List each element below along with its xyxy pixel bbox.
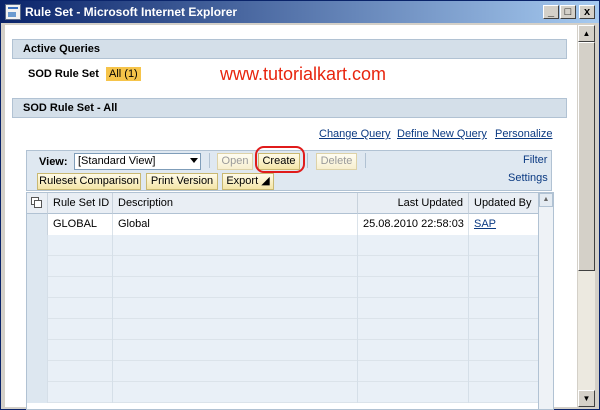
ie-page-icon [5, 4, 21, 20]
maximize-button[interactable]: □ [560, 5, 576, 19]
cell-description: Global [113, 214, 358, 235]
table-cell [48, 319, 113, 340]
scroll-up-icon[interactable]: ▲ [539, 193, 553, 207]
rule-set-section-header: SOD Rule Set - All [12, 98, 567, 118]
toolbar-separator [365, 153, 366, 168]
table-cell [113, 298, 358, 319]
table-cell [358, 382, 469, 403]
table-row[interactable] [27, 361, 538, 382]
title-bar: Rule Set - Microsoft Internet Explorer _… [1, 1, 599, 23]
table-row[interactable] [27, 319, 538, 340]
view-dropdown-value: [Standard View] [78, 155, 156, 167]
table-vertical-scrollbar[interactable]: ▲ [539, 192, 554, 410]
rule-set-table: Rule Set ID Description Last Updated Upd… [26, 192, 539, 410]
toolbar-separator [307, 153, 308, 168]
table-cell [48, 340, 113, 361]
scroll-up-icon[interactable]: ▲ [578, 25, 595, 42]
row-selector[interactable] [27, 361, 48, 382]
row-selector[interactable] [27, 340, 48, 361]
view-dropdown[interactable]: [Standard View] [74, 153, 201, 170]
row-selector[interactable] [27, 256, 48, 277]
cell-rule-set-id: GLOBAL [48, 214, 113, 235]
table-row[interactable] [27, 340, 538, 361]
table-settings-icon[interactable] [27, 193, 48, 214]
row-selector[interactable] [27, 214, 48, 235]
minimize-button[interactable]: _ [543, 5, 559, 19]
column-header-last-updated[interactable]: Last Updated [358, 193, 469, 214]
personalize-link[interactable]: Personalize [495, 128, 552, 140]
updated-by-link[interactable]: SAP [474, 218, 496, 230]
table-row[interactable] [27, 277, 538, 298]
table-cell [469, 340, 538, 361]
table-cell [48, 298, 113, 319]
cell-last-updated: 25.08.2010 22:58:03 [358, 214, 469, 235]
table-cell [358, 298, 469, 319]
chevron-down-icon [190, 158, 198, 163]
table-cell [358, 319, 469, 340]
active-query-label: SOD Rule Set [28, 68, 99, 80]
table-cell [358, 361, 469, 382]
row-selector[interactable] [27, 319, 48, 340]
table-cell [48, 235, 113, 256]
table-cell [358, 340, 469, 361]
table-cell [113, 361, 358, 382]
column-header-rule-set-id[interactable]: Rule Set ID [48, 193, 113, 214]
active-queries-header: Active Queries [12, 39, 567, 59]
watermark-text: www.tutorialkart.com [220, 64, 387, 84]
table-cell [469, 361, 538, 382]
ruleset-comparison-button[interactable]: Ruleset Comparison [37, 173, 141, 190]
window-title: Rule Set - Microsoft Internet Explorer [25, 5, 238, 19]
table-row[interactable] [27, 256, 538, 277]
cell-updated-by: SAP [469, 214, 538, 235]
settings-link[interactable]: Settings [508, 172, 548, 184]
toolbar-separator [209, 153, 210, 168]
scrollbar-thumb[interactable] [578, 42, 595, 271]
create-button-highlight-ring [255, 146, 305, 173]
window-vertical-scrollbar[interactable]: ▲ ▼ [578, 25, 595, 407]
view-label: View: [39, 156, 68, 168]
table-row[interactable] [27, 382, 538, 403]
table-cell [469, 256, 538, 277]
table-cell [113, 319, 358, 340]
table-row[interactable] [27, 298, 538, 319]
row-selector[interactable] [27, 298, 48, 319]
row-selector[interactable] [27, 382, 48, 403]
open-button[interactable]: Open [217, 153, 253, 170]
table-cell [469, 382, 538, 403]
close-button[interactable]: x [579, 5, 595, 19]
table-cell [48, 256, 113, 277]
table-cell [358, 235, 469, 256]
scroll-down-icon[interactable]: ▼ [578, 390, 595, 407]
row-selector[interactable] [27, 277, 48, 298]
table-cell [48, 361, 113, 382]
change-query-link[interactable]: Change Query [319, 128, 391, 140]
table-row[interactable]: GLOBAL Global 25.08.2010 22:58:03 SAP [27, 214, 538, 235]
table-cell [113, 256, 358, 277]
table-cell [358, 277, 469, 298]
table-cell [113, 235, 358, 256]
table-row[interactable] [27, 235, 538, 256]
table-cell [48, 277, 113, 298]
column-header-updated-by[interactable]: Updated By [469, 193, 538, 214]
filter-link[interactable]: Filter [523, 154, 547, 166]
delete-button[interactable]: Delete [316, 153, 357, 170]
table-cell [113, 340, 358, 361]
table-cell [113, 277, 358, 298]
table-cell [358, 256, 469, 277]
table-cell [469, 235, 538, 256]
table-cell [48, 382, 113, 403]
active-query-badge[interactable]: All (1) [106, 67, 141, 81]
table-cell [469, 298, 538, 319]
define-new-query-link[interactable]: Define New Query [397, 128, 487, 140]
column-header-description[interactable]: Description [113, 193, 358, 214]
table-cell [469, 319, 538, 340]
row-selector[interactable] [27, 235, 48, 256]
table-cell [113, 382, 358, 403]
table-cell [469, 277, 538, 298]
print-version-button[interactable]: Print Version [146, 173, 218, 190]
export-button[interactable]: Export ◢ [222, 173, 274, 190]
